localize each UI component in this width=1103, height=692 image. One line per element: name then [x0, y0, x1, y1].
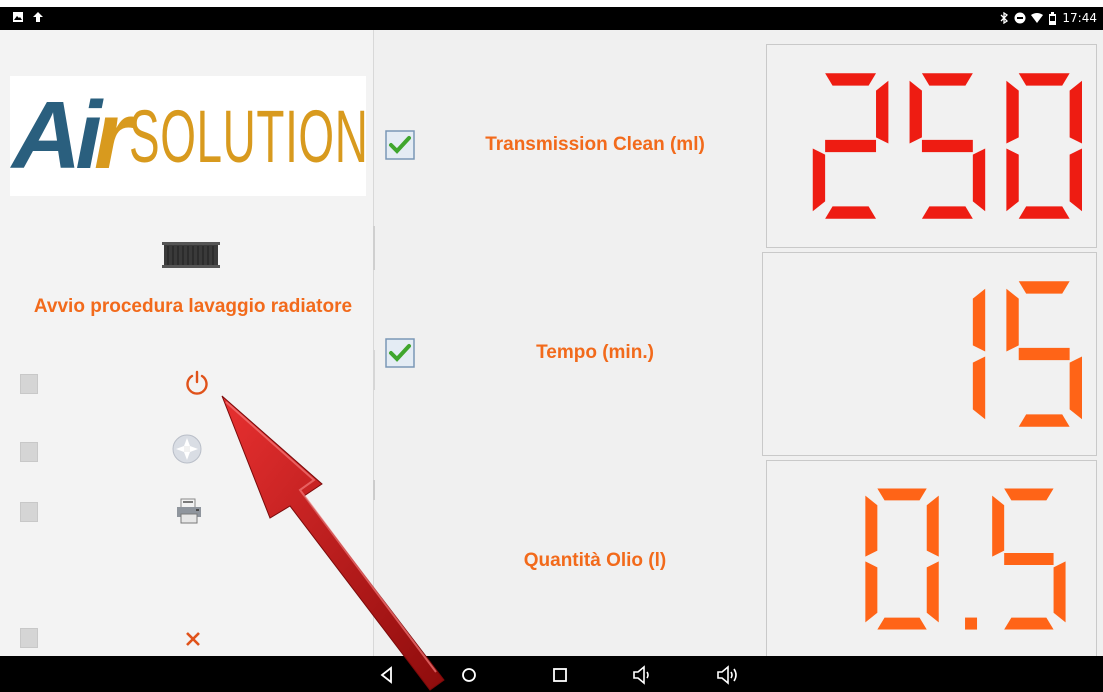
lcd-segment [876, 80, 889, 144]
status-right-icons: 17:44 [1000, 11, 1097, 25]
lcd-segment [1018, 414, 1070, 427]
battery-icon [1049, 11, 1057, 25]
lcd-segment [1069, 80, 1082, 144]
lcd-segment [812, 148, 826, 212]
power-icon [186, 370, 208, 395]
bluetooth-icon [1000, 12, 1009, 24]
lcd-segment [921, 73, 973, 86]
lcd-segment [1069, 356, 1082, 420]
status-left-icons [12, 9, 44, 24]
lcd-segment [992, 495, 1005, 557]
lcd-segment [909, 80, 922, 144]
volume-down-icon[interactable] [628, 662, 658, 688]
tempo-value-digits [972, 281, 1082, 427]
close-icon [186, 632, 200, 646]
recents-icon[interactable] [545, 662, 575, 688]
lcd-segment [972, 148, 986, 212]
gallery-icon [13, 11, 23, 22]
lcd-segment [825, 139, 877, 153]
lcd-segment [1004, 553, 1054, 565]
lcd-segment [1069, 148, 1082, 212]
lcd-segment [865, 561, 878, 623]
tempo-checkbox[interactable] [385, 338, 415, 368]
lcd-segment [1006, 288, 1019, 352]
lcd-segment [926, 561, 939, 623]
do-not-disturb-icon [1014, 12, 1026, 24]
lcd-segment [1053, 561, 1066, 623]
lcd-segment [972, 356, 986, 420]
status-time: 17:44 [1062, 11, 1097, 25]
fan-button[interactable] [170, 432, 204, 466]
power-checkbox[interactable] [20, 374, 38, 394]
lcd-segment [1018, 73, 1070, 86]
transmission-checkbox[interactable] [385, 130, 415, 160]
quantity-display[interactable] [766, 460, 1097, 658]
lcd-segment [877, 488, 927, 501]
lcd-segment [825, 73, 877, 86]
panel-divider-marks [373, 226, 375, 500]
lcd-segment [921, 206, 973, 219]
airsolutions-logo: Ai r SOLUTIONS [10, 76, 366, 196]
lcd-segment [1018, 347, 1070, 361]
lcd-decimal-point [965, 617, 978, 630]
logo-text-solutions: SOLUTIONS [129, 94, 366, 178]
logo-text-ai: Ai [12, 82, 102, 189]
transmission-value-digits [812, 73, 1082, 219]
printer-icon [177, 498, 201, 524]
quantity-value-digits [865, 488, 1066, 630]
lcd-segment [1006, 148, 1019, 212]
status-bar: 17:44 [0, 0, 1103, 30]
power-button[interactable] [180, 366, 214, 400]
wifi-icon [1031, 13, 1044, 23]
lcd-segment [865, 495, 878, 557]
tempo-label: Tempo (min.) [536, 342, 654, 363]
transmission-label: Transmission Clean (ml) [485, 134, 705, 155]
lcd-segment [825, 206, 877, 219]
lcd-segment [877, 617, 927, 630]
tempo-display[interactable] [762, 252, 1097, 456]
transmission-display[interactable] [766, 44, 1097, 248]
lcd-segment [1004, 488, 1054, 501]
quantity-label: Quantità Olio (l) [523, 550, 667, 571]
lcd-segment [1018, 281, 1070, 294]
navigation-bar [0, 656, 1103, 692]
volume-up-icon[interactable] [714, 662, 744, 688]
lcd-segment [1006, 80, 1019, 144]
upload-icon [33, 11, 44, 22]
lcd-segment [1004, 617, 1054, 630]
lcd-segment [972, 288, 986, 352]
left-panel: Ai r SOLUTIONS Avvio procedura lavaggio … [0, 30, 374, 656]
fan-checkbox[interactable] [20, 442, 38, 462]
lcd-segment [1018, 206, 1070, 219]
procedure-title: Avvio procedura lavaggio radiatore [33, 296, 353, 317]
exit-button[interactable] [176, 622, 210, 656]
lcd-segment [921, 139, 973, 153]
lcd-segment [926, 495, 939, 557]
printer-checkbox[interactable] [20, 502, 38, 522]
home-icon[interactable] [454, 662, 484, 688]
fan-icon [172, 434, 202, 464]
exit-checkbox[interactable] [20, 628, 38, 648]
radiator-icon [162, 242, 220, 268]
printer-button[interactable] [172, 494, 206, 528]
back-icon[interactable] [372, 662, 402, 688]
logo-text-r: r [94, 82, 131, 189]
